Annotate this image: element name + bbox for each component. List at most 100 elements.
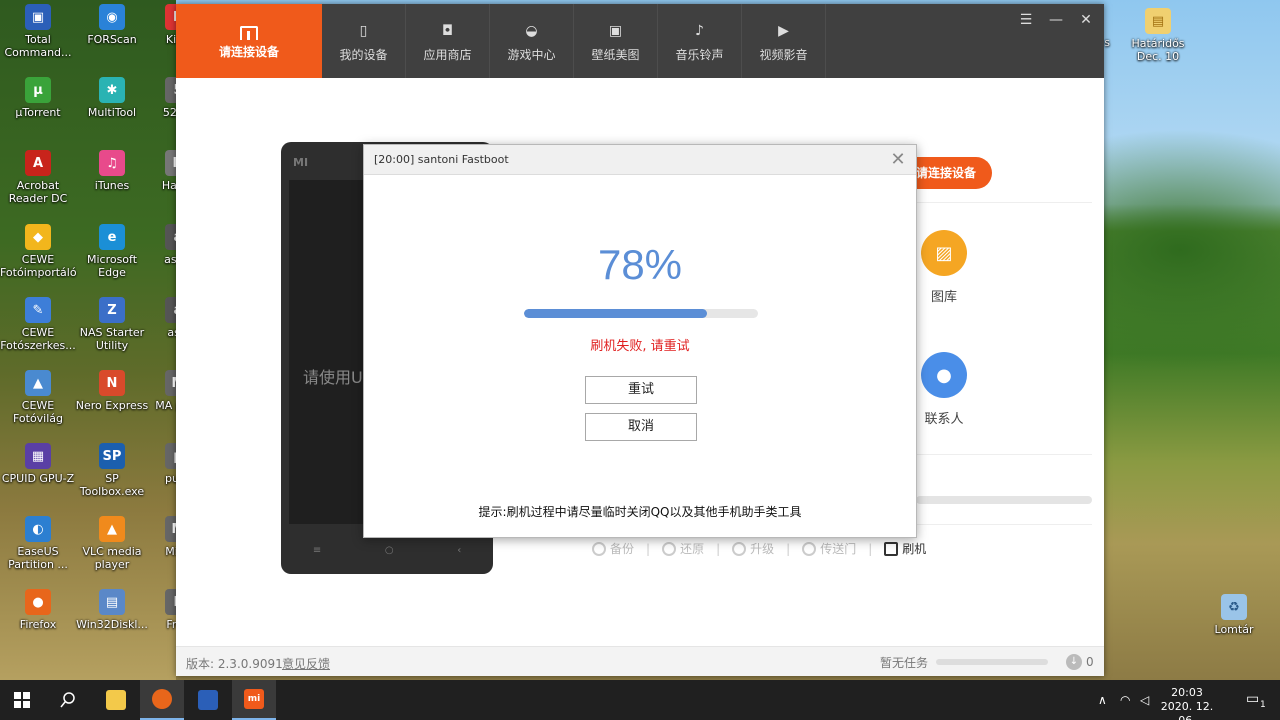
desktop-icon-label: VLC media player (82, 545, 142, 571)
phone-icon: ▯ (359, 23, 368, 39)
desktop-icon[interactable]: e Microsoft Edge (74, 224, 150, 279)
nav-my-device[interactable]: ▯ 我的设备 (322, 4, 406, 78)
divider (916, 454, 1092, 455)
connect-device-button[interactable]: 请连接设备 (910, 157, 992, 189)
desktop-icon[interactable]: ♫ iTunes (74, 150, 150, 192)
close-icon[interactable]: ✕ (888, 149, 908, 170)
volume-icon[interactable]: ◁ (1140, 693, 1149, 707)
desktop-icon[interactable]: ✱ MultiTool (74, 77, 150, 119)
photo-icon: ◆ (25, 224, 51, 250)
connect-device-label: 请连接设备 (218, 45, 279, 59)
backup-button[interactable]: 备份 (580, 540, 646, 557)
desktop-icon-label: MultiTool (87, 106, 137, 119)
flash-progress-percent: 78% (597, 241, 683, 288)
music-note-icon: ♪ (695, 23, 704, 39)
nav-label: 视频影音 (759, 48, 808, 62)
desktop-icon-label: Win32Diskl... (76, 618, 148, 631)
feature-contacts[interactable]: ● 联系人 (914, 352, 974, 427)
desktop-icon[interactable]: N Nero Express (74, 370, 150, 412)
nero-icon: N (99, 370, 125, 396)
gamepad-icon: ◒ (525, 23, 538, 39)
desktop-icon-label: CEWE Fotóvilág (12, 399, 64, 425)
gear-icon: ✱ (99, 77, 125, 103)
retry-button[interactable]: 重试 (585, 376, 697, 404)
desktop-icon-label: Acrobat Reader DC (8, 179, 68, 205)
task-count: 0 (1086, 655, 1094, 669)
cancel-button[interactable]: 取消 (585, 413, 697, 441)
desktop-icon-label: SP Toolbox.exe (79, 472, 145, 498)
notification-icon[interactable]: ▭ (1246, 691, 1259, 707)
nav-label: 壁纸美图 (591, 48, 640, 62)
taskbar-total-commander[interactable] (186, 680, 230, 720)
photo-world-icon: ▲ (25, 370, 51, 396)
send-icon (802, 541, 817, 556)
firefox-icon (152, 689, 172, 709)
taskbar-mi-assistant[interactable]: mi (232, 680, 276, 720)
desktop-icon[interactable]: ◆ CEWE Fotóimportáló (0, 224, 77, 279)
desktop-icon-label: EaseUS Partition ... (8, 545, 68, 571)
desktop-icon[interactable]: ◉ FORScan (74, 4, 150, 46)
desktop-icon-label: Total Command... (4, 33, 72, 59)
nav-app-store[interactable]: ◘ 应用商店 (406, 4, 490, 78)
desktop-icon-label: Határidős Dec. 10 (1131, 37, 1185, 63)
start-button[interactable] (0, 680, 44, 720)
nav-video[interactable]: ▶ 视频影音 (742, 4, 826, 78)
minimize-icon[interactable]: — (1048, 12, 1064, 28)
gpu-icon: ▦ (25, 443, 51, 469)
feedback-link[interactable]: 意见反馈 (282, 655, 330, 672)
desktop-icon-label: NAS Starter Utility (79, 326, 145, 352)
utorrent-icon: µ (25, 77, 51, 103)
desktop-icon[interactable]: ▤ Win32Diskl... (74, 589, 150, 631)
back-key-icon: ‹ (457, 545, 462, 556)
send-portal-button[interactable]: 传送门 (790, 540, 868, 557)
document-icon: ▤ (1145, 8, 1171, 34)
flash-button[interactable]: 刷机 (872, 540, 938, 557)
desktop-icon-label: Microsoft Edge (86, 253, 138, 279)
connect-device-tab[interactable]: 请连接设备 (176, 4, 322, 78)
desktop-icon[interactable]: ◐ EaseUS Partition ... (0, 516, 76, 571)
network-icon[interactable]: ◠ (1120, 693, 1130, 707)
dialog-titlebar: [20:00] santoni Fastboot ✕ (364, 145, 916, 175)
desktop-icon-label: CEWE Fotóimportáló (0, 253, 77, 279)
desktop-icon[interactable]: A Acrobat Reader DC (0, 150, 76, 205)
restore-button[interactable]: 还原 (650, 540, 716, 557)
close-icon[interactable]: ✕ (1078, 12, 1094, 28)
clock[interactable]: 20:03 2020. 12. 06. (1152, 686, 1222, 720)
desktop-icon[interactable]: ▦ CPUID GPU-Z (0, 443, 76, 485)
desktop-icon-label: FORScan (87, 33, 137, 46)
flash-icon (884, 541, 899, 556)
pdf-icon: A (25, 150, 51, 176)
action-label: 传送门 (820, 542, 857, 556)
nav-game-center[interactable]: ◒ 游戏中心 (490, 4, 574, 78)
desktop-icon[interactable]: ● Firefox (0, 589, 76, 631)
desktop-icon[interactable]: ▲ VLC media player (74, 516, 150, 571)
desktop-icon-label: CEWE Fotószerkes... (0, 326, 76, 352)
disk-icon: ▣ (25, 4, 51, 30)
flash-tip: 提示:刷机过程中请尽量临时关闭QQ以及其他手机助手类工具 (478, 505, 802, 519)
desktop-icon[interactable]: SP SP Toolbox.exe (74, 443, 150, 498)
partition-icon: ◐ (25, 516, 51, 542)
desktop-icon[interactable]: ▲ CEWE Fotóvilág (0, 370, 76, 425)
taskbar-firefox[interactable] (140, 680, 184, 720)
desktop-icon[interactable]: ▣ Total Command... (0, 4, 76, 59)
restore-icon (662, 541, 677, 556)
desktop-icon[interactable]: ✎ CEWE Fotószerkes... (0, 297, 76, 352)
download-icon[interactable]: ↓ (1066, 654, 1082, 670)
feature-gallery[interactable]: ▨ 图库 (914, 230, 974, 305)
car-icon: ◉ (99, 4, 125, 30)
chevron-up-icon[interactable]: ∧ (1098, 693, 1107, 707)
nav-music-ringtones[interactable]: ♪ 音乐铃声 (658, 4, 742, 78)
taskbar-file-explorer[interactable] (94, 680, 138, 720)
upgrade-button[interactable]: 升级 (720, 540, 786, 557)
menu-icon[interactable]: ☰ (1018, 12, 1034, 28)
notification-count: 1 (1260, 700, 1266, 710)
desktop-icon-recycle-bin[interactable]: ♻ Lomtár (1196, 594, 1272, 636)
nav-wallpapers[interactable]: ▣ 壁纸美图 (574, 4, 658, 78)
video-icon: ▶ (778, 23, 789, 39)
desktop-icon[interactable]: Z NAS Starter Utility (74, 297, 150, 352)
desktop-icon[interactable]: µ µTorrent (0, 77, 76, 119)
desktop-icon-deadline-file[interactable]: ▤ Határidős Dec. 10 (1120, 8, 1196, 63)
edge-icon: e (99, 224, 125, 250)
nas-icon: Z (99, 297, 125, 323)
search-button[interactable] (46, 680, 90, 720)
